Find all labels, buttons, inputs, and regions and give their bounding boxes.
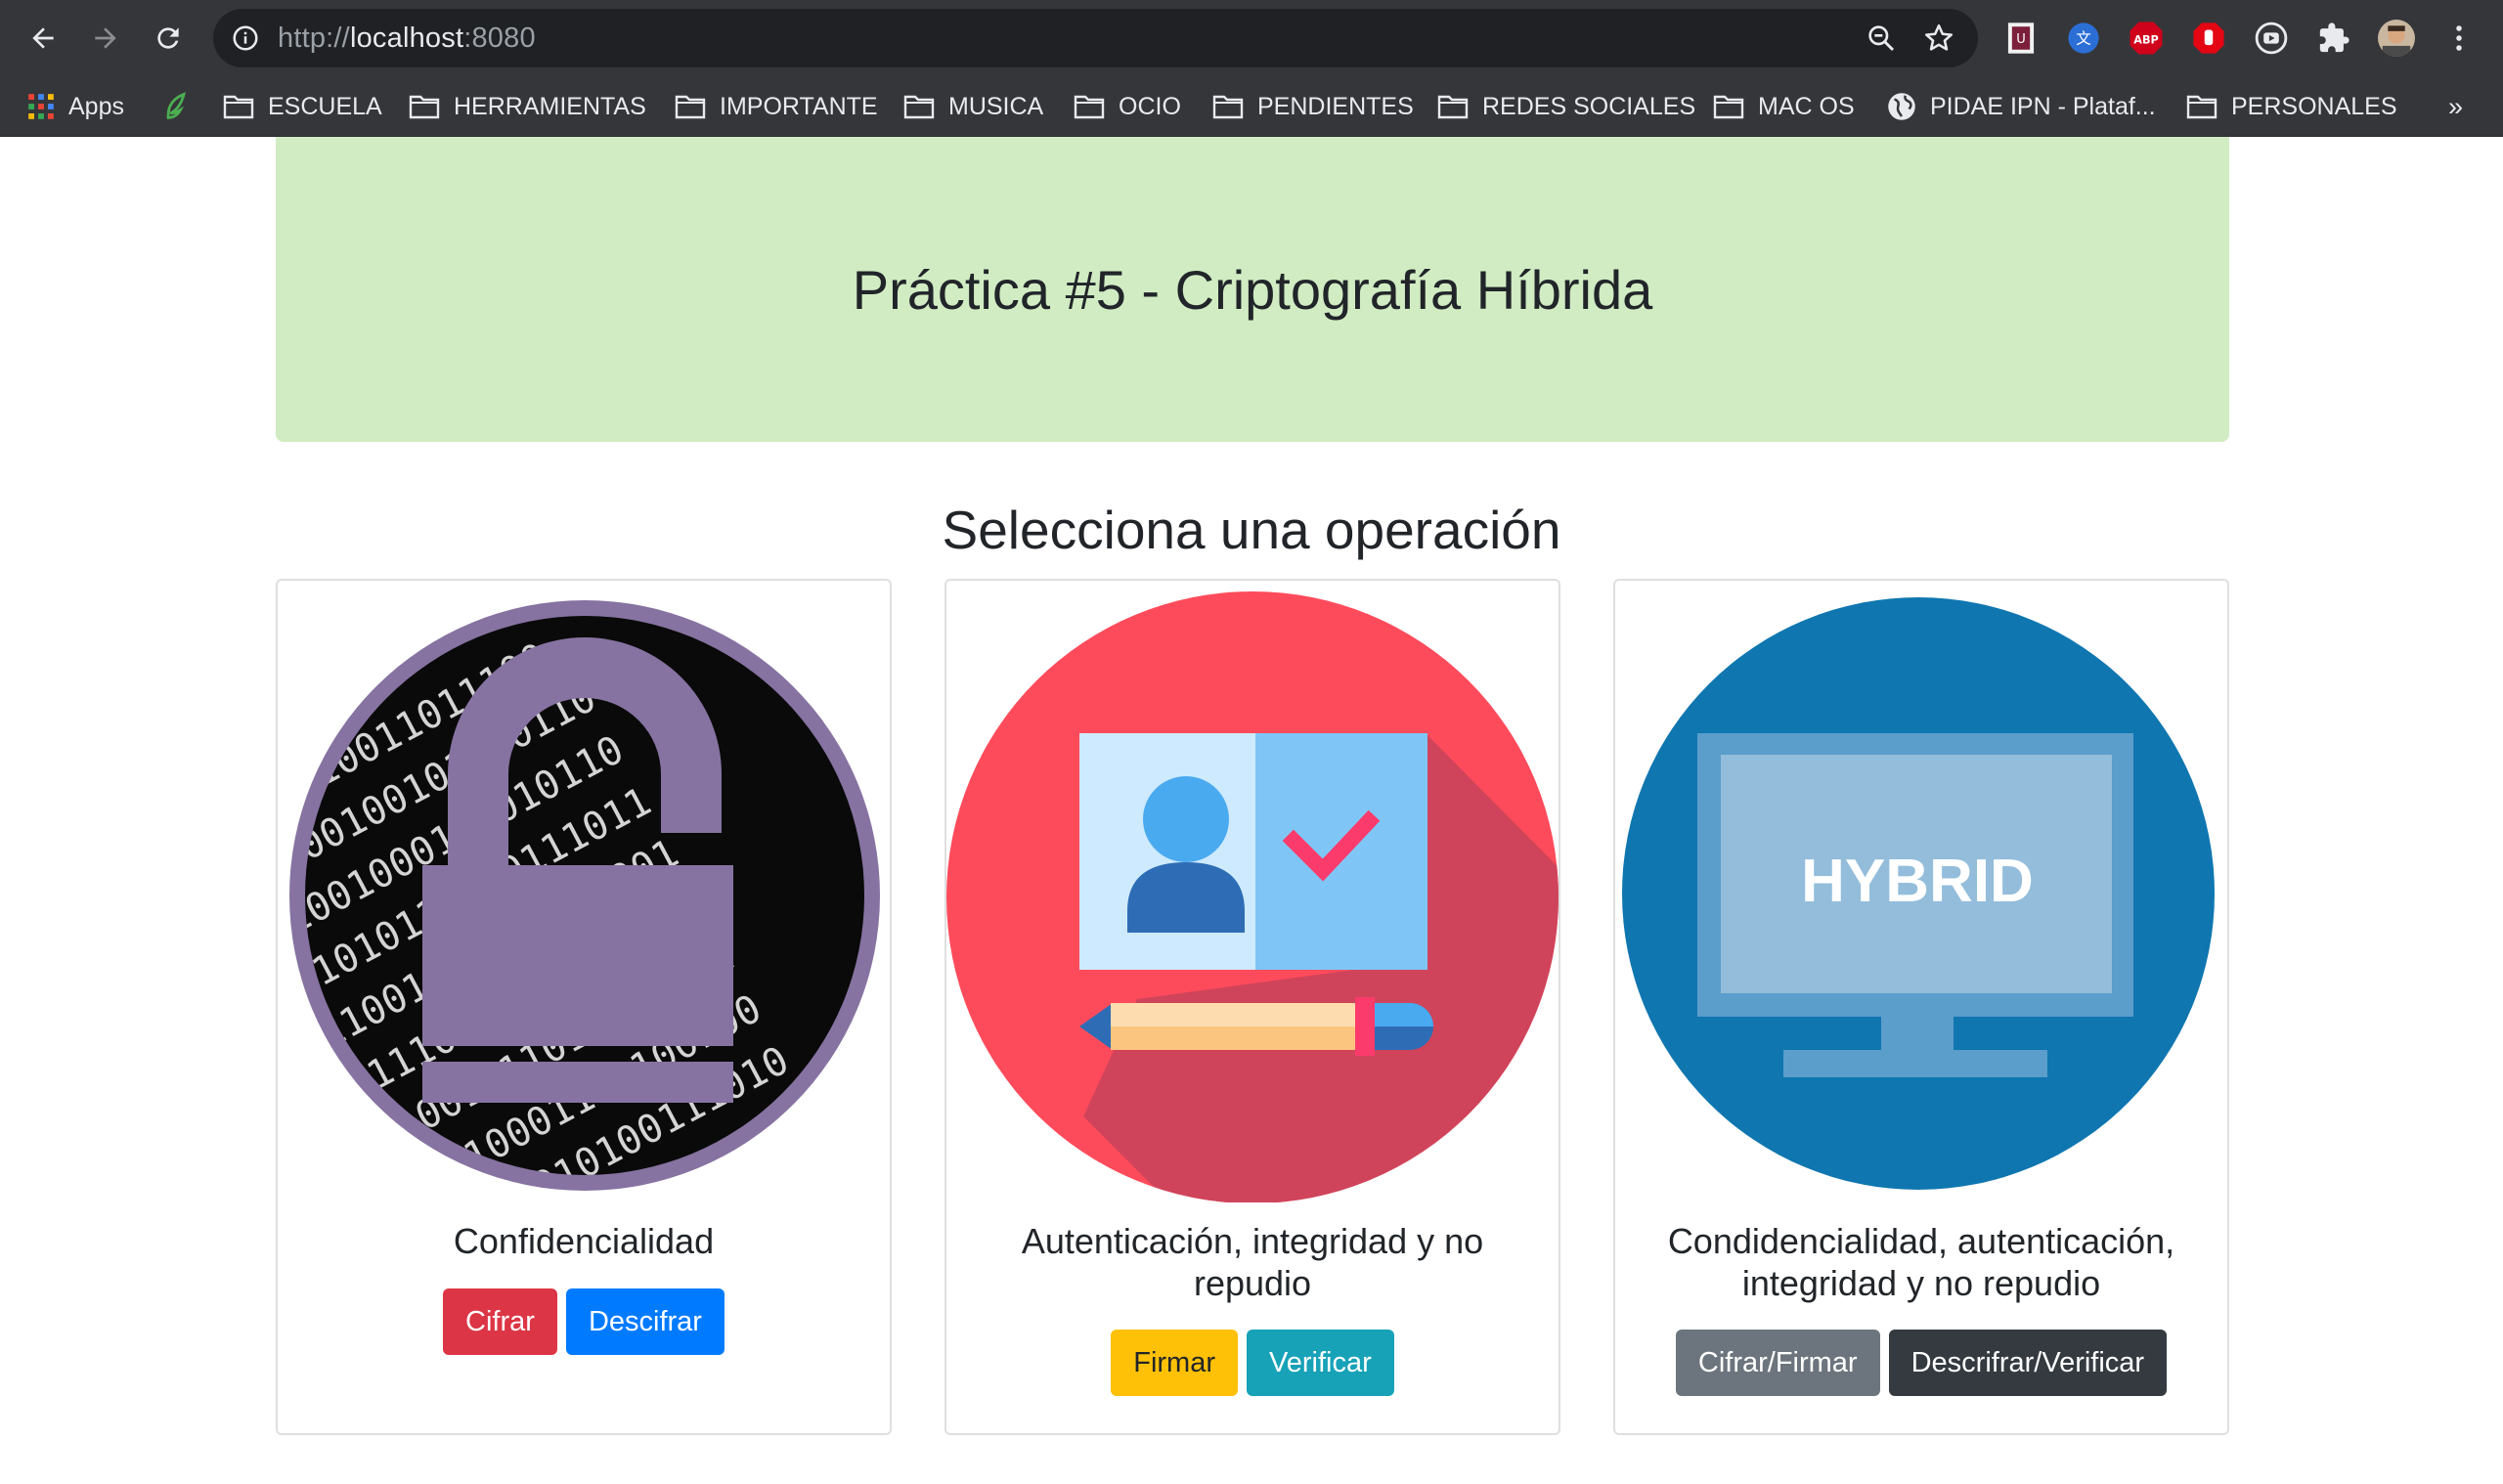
card-actions: Cifrar Descifrar [278,1288,890,1355]
header-jumbotron: Práctica #5 - Criptografía Híbrida [276,137,2229,442]
bookmark-redes-sociales[interactable]: REDES SOCIALES [1437,88,1695,125]
verificar-button[interactable]: Verificar [1247,1330,1394,1396]
folder-icon [903,95,935,119]
folder-icon [2186,95,2218,119]
bookmark-label: REDES SOCIALES [1482,92,1696,120]
folder-icon [409,95,440,119]
folder-icon [1212,95,1244,119]
apps-grid-icon [28,94,54,119]
bookmark-mac-os[interactable]: MAC OS [1713,88,1855,125]
folder-icon [675,95,706,119]
adblock-plus-icon[interactable]: ABP [2128,20,2165,57]
globe-icon [1888,93,1915,120]
video-extension-icon[interactable] [2253,20,2290,57]
profile-avatar[interactable] [2378,20,2415,57]
card-title: Confidencialidad [453,1221,715,1261]
arrow-right-icon [95,27,116,49]
menu-kebab-icon[interactable] [2440,20,2478,57]
bookmark-label: Apps [68,92,124,120]
svg-text:U: U [2016,32,2026,47]
bookmark-herramientas[interactable]: HERRAMIENTAS [409,88,646,125]
bookmark-label: MAC OS [1758,92,1855,120]
bookmark-label: MUSICA [948,92,1044,120]
card-title: Autenticación, integridad y no repudio [1021,1221,1484,1303]
forward-button[interactable] [86,19,125,58]
descrifrar-verificar-button[interactable]: Descrifrar/Verificar [1888,1330,2168,1396]
card-actions: Firmar Verificar [946,1330,1559,1396]
folder-icon [223,95,254,119]
site-info-icon[interactable] [231,23,260,58]
folder-icon [1074,95,1105,119]
card-title: Condidencialidad, autenticación, integri… [1667,1221,2175,1303]
bookmark-importante[interactable]: IMPORTANTE [675,88,878,125]
address-bar[interactable]: http://localhost:8080 [213,9,1978,67]
translate-extension-icon[interactable]: 文 [2065,20,2102,57]
card-actions: Cifrar/Firmar Descrifrar/Verificar [1615,1330,2227,1396]
arrow-left-icon [32,27,54,49]
bookmark-label: IMPORTANTE [720,92,878,120]
bookmarks-bar: Apps ESCUELA HERRAMIENTAS IMPORTANTE MUS… [0,76,2503,137]
bookmark-label: OCIO [1119,92,1181,120]
reload-button[interactable] [149,19,188,58]
browser-toolbar: http://localhost:8080 U 文 ABP [0,0,2503,76]
url-text: http://localhost:8080 [278,22,536,54]
extensions-puzzle-icon[interactable] [2315,20,2352,57]
bookmark-label: HERRAMIENTAS [454,92,646,120]
page-title: Práctica #5 - Criptografía Híbrida [852,258,1653,321]
extension-shield-icon[interactable]: U [2002,20,2040,57]
bookmark-star-icon[interactable] [1922,22,1955,60]
card-hibrida: HYBRID Condidencialidad, autenticación, … [1613,579,2229,1435]
descifrar-button[interactable]: Descifrar [565,1288,725,1355]
reload-icon [157,27,179,49]
adblock-hand-icon[interactable] [2190,20,2227,57]
section-subtitle: Selecciona una operación [942,500,1561,560]
bookmark-label: PIDAE IPN - Plataf... [1930,92,2156,120]
padlock-binary-image: 110111110011011100 0011000100101100110 1… [289,600,880,1191]
bookmark-label: PERSONALES [2231,92,2397,120]
folder-icon [1713,95,1744,119]
folder-icon [1437,95,1469,119]
bookmark-apps[interactable]: Apps [27,88,124,125]
bookmark-personales[interactable]: PERSONALES [2186,88,2397,125]
zoom-icon[interactable] [1866,22,1897,59]
signature-verification-image [946,591,1559,1202]
back-button[interactable] [23,19,63,58]
bookmark-musica[interactable]: MUSICA [903,88,1043,125]
bookmark-label: PENDIENTES [1257,92,1414,120]
bookmark-escuela[interactable]: ESCUELA [223,88,382,125]
svg-text:文: 文 [2076,30,2091,48]
bookmark-ocio[interactable]: OCIO [1074,88,1181,125]
card-confidencialidad: 110111110011011100 0011000100101100110 1… [276,579,892,1435]
page-content: Práctica #5 - Criptografía Híbrida Selec… [0,137,2503,1484]
bookmarks-overflow-button[interactable]: » [2448,88,2463,125]
svg-text:ABP: ABP [2133,33,2159,46]
cifrar-firmar-button[interactable]: Cifrar/Firmar [1675,1330,1880,1396]
bookmark-evernote[interactable] [162,88,190,125]
bookmark-pidae-ipn[interactable]: PIDAE IPN - Plataf... [1887,88,2156,125]
firmar-button[interactable]: Firmar [1111,1330,1238,1396]
hybrid-monitor-image: HYBRID [1622,597,2215,1190]
cifrar-button[interactable]: Cifrar [443,1288,557,1355]
card-autenticacion: Autenticación, integridad y no repudio F… [944,579,1560,1435]
bookmark-pendientes[interactable]: PENDIENTES [1212,88,1414,125]
evernote-leaf-icon [166,92,186,119]
svg-text:HYBRID: HYBRID [1801,848,2034,915]
bookmark-label: ESCUELA [268,92,382,120]
